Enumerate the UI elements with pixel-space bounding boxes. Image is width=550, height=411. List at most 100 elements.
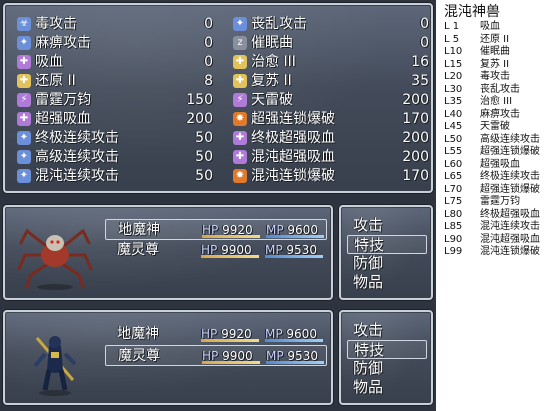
command-item[interactable]: 攻击 bbox=[347, 321, 427, 340]
learn-list-item: L 5 还原 II bbox=[444, 34, 509, 46]
command-item[interactable]: 物品 bbox=[347, 273, 427, 292]
learn-skill-name: 混沌连锁爆破 bbox=[480, 246, 540, 257]
skill-cost: 8 bbox=[204, 73, 213, 89]
skill-item[interactable]: ✦ 高级连续攻击 50 bbox=[17, 148, 217, 167]
skill-cost: 0 bbox=[204, 35, 213, 51]
learn-list-item: L30 丧乱攻击 bbox=[444, 84, 520, 96]
drain-icon: ✚ bbox=[233, 150, 247, 164]
skill-item[interactable]: ✸ 超强连锁爆破 170 bbox=[233, 110, 433, 129]
skill-item[interactable]: ✸ 混沌连锁爆破 170 bbox=[233, 167, 433, 186]
explosion-icon: ✸ bbox=[233, 169, 247, 183]
learn-list-item: L99 混沌连锁爆破 bbox=[444, 246, 540, 258]
command-item[interactable]: 防御 bbox=[347, 254, 427, 273]
learn-skill-name: 高级连续攻击 bbox=[480, 133, 540, 145]
command-item[interactable]: 物品 bbox=[347, 378, 427, 397]
skill-name: 混沌超强吸血 bbox=[251, 149, 335, 165]
learn-skill-name: 催眠曲 bbox=[480, 46, 510, 57]
attack-icon: ✦ bbox=[17, 131, 31, 145]
learn-list-item: L90 混沌超强吸血 bbox=[444, 234, 540, 246]
skill-item[interactable]: ⚡ 天雷破 200 bbox=[233, 91, 433, 110]
skill-cost: 0 bbox=[420, 16, 429, 32]
skill-cost: 50 bbox=[195, 168, 213, 184]
skill-list-right: ✦ 丧乱攻击 0 z 催眠曲 0 ✚ 治愈 III 16 ✚ 复苏 II 35 ⚡ 天雷破 200 ✸ 超强连锁… bbox=[233, 15, 433, 186]
skill-list-left: ☣ 毒攻击 0 ✦ 麻痹攻击 0 ✚ 吸血 0 ✚ 还原 II 8 ⚡ 雷霆万钧 150 ✚ 超强吸血 200 ✦ 终… bbox=[17, 15, 217, 186]
skill-cost: 200 bbox=[402, 92, 429, 108]
paralyze-icon: ✦ bbox=[17, 36, 31, 50]
learn-list-item: L70 超强连锁爆破 bbox=[444, 184, 540, 196]
actor-name: 魔灵尊 bbox=[117, 242, 159, 258]
learn-list-item: L65 终极连续攻击 bbox=[444, 171, 540, 183]
skill-item[interactable]: ☣ 毒攻击 0 bbox=[17, 15, 217, 34]
attack-icon: ✦ bbox=[17, 150, 31, 164]
skill-name: 还原 II bbox=[35, 73, 76, 89]
command-item[interactable]: 特技 bbox=[347, 340, 427, 359]
learn-skill-name: 天雷破 bbox=[480, 121, 510, 132]
skill-name: 雷霆万钧 bbox=[35, 92, 91, 108]
thunder-icon: ⚡ bbox=[17, 93, 31, 107]
game-screen: ☣ 毒攻击 0 ✦ 麻痹攻击 0 ✚ 吸血 0 ✚ 还原 II 8 ⚡ 雷霆万钧 150 ✚ 超强吸血 200 ✦ 终… bbox=[0, 0, 436, 411]
skill-name: 毒攻击 bbox=[35, 16, 77, 32]
party-member-row[interactable]: 地魔神 HP 9920 MP 9600 bbox=[105, 324, 327, 345]
skill-cost: 200 bbox=[402, 130, 429, 146]
skill-item[interactable]: ✦ 终极连续攻击 50 bbox=[17, 129, 217, 148]
skill-learn-panel: 混沌神兽 L 1 吸血 L 5 还原 II L10 催眠曲 L15 复苏 II L20 毒攻击 L3… bbox=[442, 0, 550, 411]
battler-status-window-2: 地魔神 HP 9920 MP 9600 魔灵尊 HP 9900 MP 9530 bbox=[3, 310, 333, 405]
heal-icon: ✚ bbox=[233, 55, 247, 69]
revive-icon: ✚ bbox=[233, 74, 247, 88]
learn-skill-name: 超强连锁爆破 bbox=[480, 183, 540, 195]
command-window-1: 攻击 特技 防御 物品 bbox=[339, 205, 433, 300]
learn-list-item: L55 超强连锁爆破 bbox=[444, 146, 540, 158]
skill-item[interactable]: ✚ 还原 II 8 bbox=[17, 72, 217, 91]
party-member-row[interactable]: 魔灵尊 HP 9900 MP 9530 bbox=[105, 345, 327, 366]
mp-gauge bbox=[266, 361, 324, 364]
learn-list-item: L75 雷霆万钧 bbox=[444, 196, 520, 208]
learn-skill-name: 麻痹攻击 bbox=[480, 108, 520, 120]
skill-cost: 0 bbox=[420, 35, 429, 51]
learn-skill-name: 超强吸血 bbox=[480, 158, 520, 170]
learn-list-item: L60 超强吸血 bbox=[444, 159, 520, 171]
monster-name-title: 混沌神兽 bbox=[444, 4, 500, 20]
learn-skill-name: 终极超强吸血 bbox=[480, 208, 540, 220]
skill-item[interactable]: ✦ 麻痹攻击 0 bbox=[17, 34, 217, 53]
skill-item[interactable]: ✦ 混沌连续攻击 50 bbox=[17, 167, 217, 186]
mp-gauge bbox=[266, 235, 324, 238]
party-member-row[interactable]: 地魔神 HP 9920 MP 9600 bbox=[105, 219, 327, 240]
skill-item[interactable]: ✚ 终极超强吸血 200 bbox=[233, 129, 433, 148]
skill-item[interactable]: ✚ 治愈 III 16 bbox=[233, 53, 433, 72]
skill-item[interactable]: z 催眠曲 0 bbox=[233, 34, 433, 53]
learn-skill-name: 混沌超强吸血 bbox=[480, 233, 540, 245]
thunder-icon: ⚡ bbox=[233, 93, 247, 107]
learn-list-item: L80 终极超强吸血 bbox=[444, 209, 540, 221]
learn-list-item: L20 毒攻击 bbox=[444, 71, 510, 83]
skill-item[interactable]: ✚ 超强吸血 200 bbox=[17, 110, 217, 129]
skill-name: 混沌连锁爆破 bbox=[251, 168, 335, 184]
learn-level: L 5 bbox=[444, 33, 460, 45]
command-item[interactable]: 攻击 bbox=[347, 216, 427, 235]
party-status-list: 地魔神 HP 9920 MP 9600 魔灵尊 HP 9900 MP 9530 bbox=[105, 324, 327, 366]
command-window-2: 攻击 特技 防御 物品 bbox=[339, 310, 433, 405]
learn-level: L40 bbox=[444, 108, 463, 120]
command-item[interactable]: 防御 bbox=[347, 359, 427, 378]
command-list: 攻击 特技 防御 物品 bbox=[347, 216, 427, 292]
learn-level: L50 bbox=[444, 133, 463, 145]
learn-level: L30 bbox=[444, 83, 463, 95]
skill-item[interactable]: ✚ 复苏 II 35 bbox=[233, 72, 433, 91]
spider-demon-portrait bbox=[17, 228, 93, 290]
learn-skill-name: 丧乱攻击 bbox=[480, 83, 520, 95]
skill-item[interactable]: ✚ 混沌超强吸血 200 bbox=[233, 148, 433, 167]
command-item[interactable]: 特技 bbox=[347, 235, 427, 254]
learn-level: L45 bbox=[444, 121, 463, 132]
skill-name: 高级连续攻击 bbox=[35, 149, 119, 165]
mp-gauge bbox=[265, 255, 323, 258]
skill-item[interactable]: ✚ 吸血 0 bbox=[17, 53, 217, 72]
party-member-row[interactable]: 魔灵尊 HP 9900 MP 9530 bbox=[105, 240, 327, 261]
hp-gauge bbox=[201, 339, 259, 342]
skill-name: 催眠曲 bbox=[251, 35, 293, 51]
learn-list-item: L45 天雷破 bbox=[444, 121, 510, 133]
skill-item[interactable]: ⚡ 雷霆万钧 150 bbox=[17, 91, 217, 110]
skill-name: 超强吸血 bbox=[35, 111, 91, 127]
explosion-icon: ✸ bbox=[233, 112, 247, 126]
skill-name: 终极超强吸血 bbox=[251, 130, 335, 146]
skill-item[interactable]: ✦ 丧乱攻击 0 bbox=[233, 15, 433, 34]
learn-level: L90 bbox=[444, 233, 463, 245]
